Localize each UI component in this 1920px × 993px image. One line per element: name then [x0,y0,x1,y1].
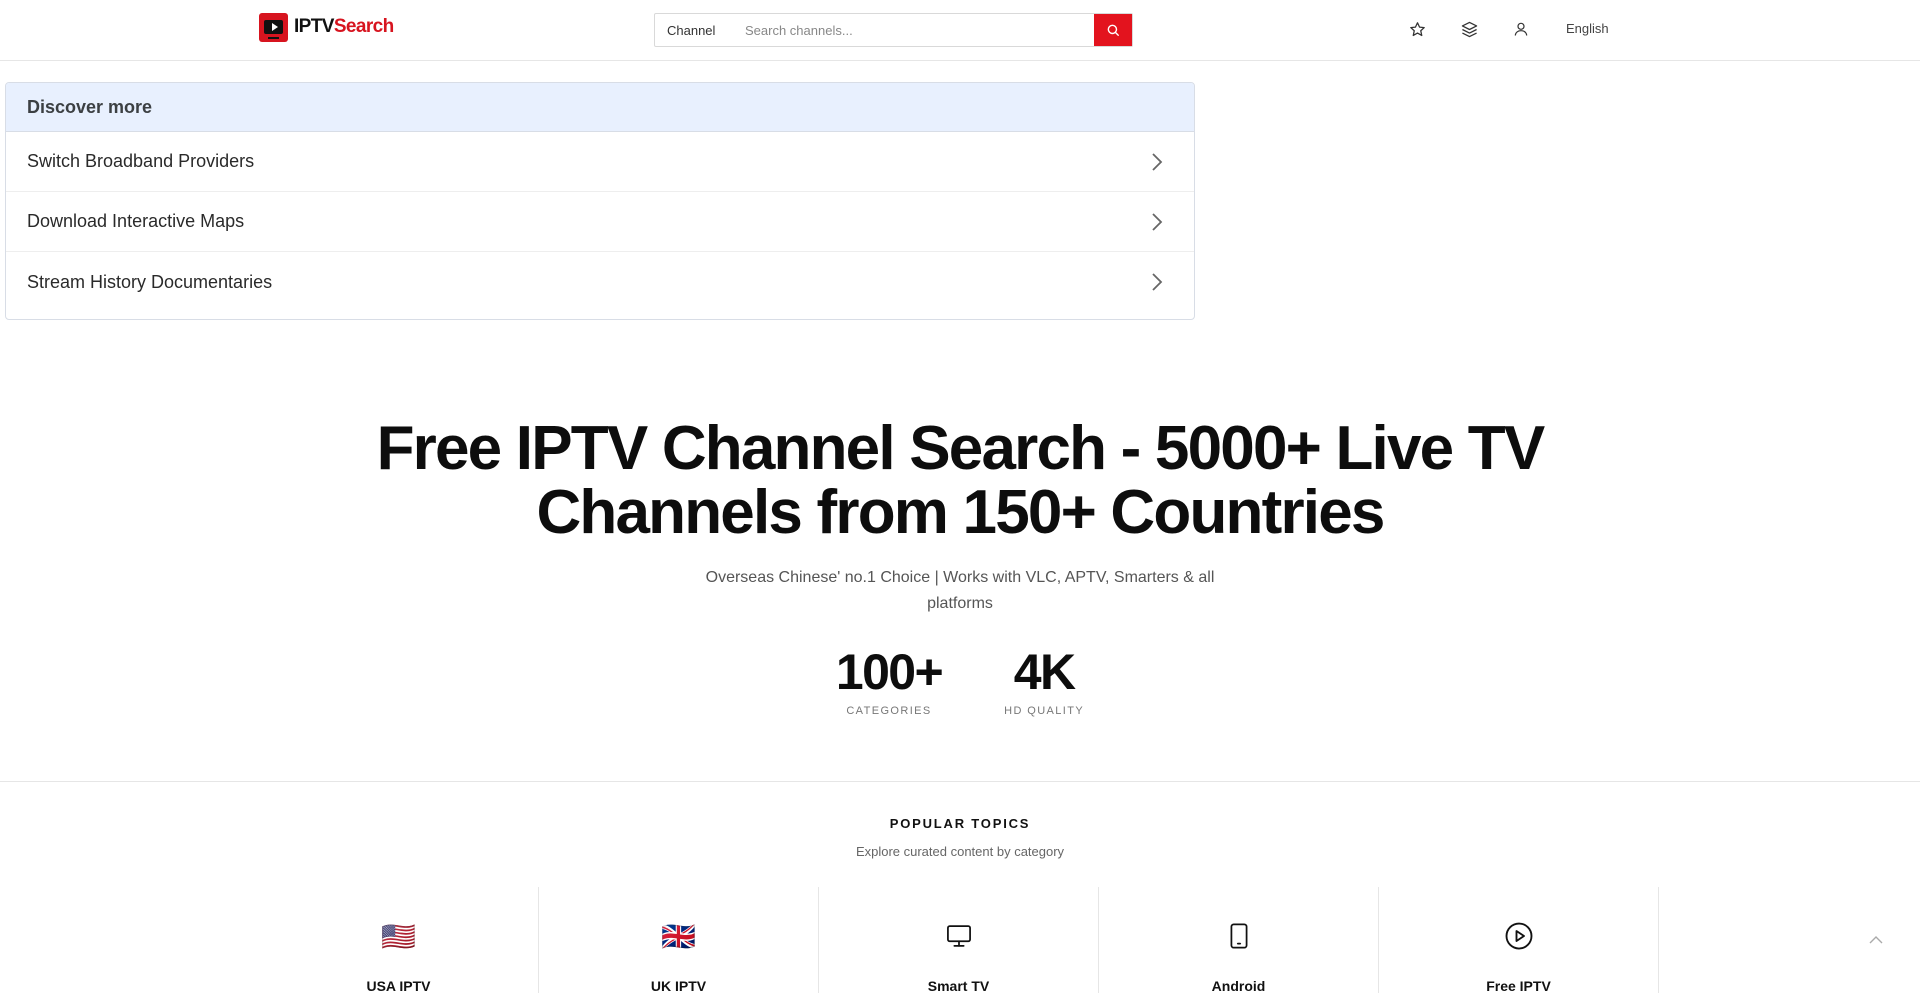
popular-topics-title: POPULAR TOPICS [889,816,1031,831]
play-circle-icon [1505,922,1532,950]
discover-item[interactable]: Download Interactive Maps [6,192,1194,252]
topic-card-smart-tv[interactable]: Smart TV [819,887,1099,993]
back-to-top-button[interactable] [1864,928,1888,952]
topic-card-uk-iptv[interactable]: 🇬🇧 UK IPTV [539,887,819,993]
stat-label: HD QUALITY [1004,705,1085,717]
favorites-button[interactable] [1407,19,1427,39]
star-icon [1409,21,1425,36]
uk-flag-icon: 🇬🇧 [661,920,696,952]
hero-title-line2: Channels from 150+ Countries [536,478,1385,547]
tablet-icon [1230,923,1247,949]
hero-subtitle: Overseas Chinese' no.1 Choice | Works wi… [700,565,1220,617]
stat-hd-quality: 4K HD QUALITY [1004,645,1084,717]
layers-button[interactable] [1459,19,1479,39]
site-logo[interactable]: IPTVSearch [259,12,394,42]
topic-card-android[interactable]: Android [1099,887,1379,993]
section-divider [0,781,1920,782]
tv-logo-icon [259,12,288,42]
topic-cards: 🇺🇸 USA IPTV 🇬🇧 UK IPTV Smart TV Android … [259,887,1659,993]
search-bar: Channel [654,13,1133,47]
chevron-right-icon [1152,212,1163,231]
popular-topics-subtitle: Explore curated content by category [855,844,1065,859]
hero-title: Free IPTV Channel Search - 5000+ Live TV… [360,417,1560,545]
search-icon [1107,24,1119,36]
hero-stats: 100+ CATEGORIES 4K HD QUALITY [820,645,1100,717]
topic-card-label: USA IPTV [366,978,431,993]
chevron-right-icon [1152,152,1163,171]
discover-item-label: Stream History Documentaries [27,271,273,292]
language-selector[interactable]: English [1566,21,1609,36]
stat-value: 100+ [835,644,944,700]
stat-value: 4K [1013,644,1076,700]
site-header: IPTVSearch Channel English [0,0,1920,61]
stat-categories: 100+ CATEGORIES [835,644,944,717]
user-icon [1514,22,1528,36]
account-button[interactable] [1511,19,1531,39]
layers-icon [1461,21,1477,37]
chevron-right-icon [1152,273,1163,291]
discover-item-label: Download Interactive Maps [27,211,245,231]
topic-card-label: UK IPTV [650,978,707,993]
search-input[interactable] [745,14,1094,46]
topic-card-free-iptv[interactable]: Free IPTV [1379,887,1659,993]
hero-subtitle-line2: platforms [927,595,993,612]
topic-card-label: Android [1211,978,1266,993]
topic-card-usa-iptv[interactable]: 🇺🇸 USA IPTV [259,887,539,993]
hero-subtitle-line1: Overseas Chinese' no.1 Choice | Works wi… [705,569,1215,586]
hero-title-line1: Free IPTV Channel Search - 5000+ Live TV [376,414,1546,483]
discover-item[interactable]: Stream History Documentaries [6,252,1194,312]
search-type-select[interactable]: Channel [655,14,745,46]
monitor-icon [946,925,971,947]
us-flag-icon: 🇺🇸 [381,920,416,952]
stat-label: CATEGORIES [846,705,932,717]
topic-card-label: Smart TV [927,978,990,993]
discover-more-title: Discover more [6,83,1194,132]
discover-more-panel: Discover more Switch Broadband Providers… [5,82,1195,320]
discover-item-label: Switch Broadband Providers [27,151,255,171]
logo-text: IPTVSearch [294,16,394,37]
discover-item[interactable]: Switch Broadband Providers [6,132,1194,192]
chevron-up-icon [1869,936,1883,944]
search-button[interactable] [1094,14,1132,46]
topic-card-label: Free IPTV [1486,978,1551,993]
